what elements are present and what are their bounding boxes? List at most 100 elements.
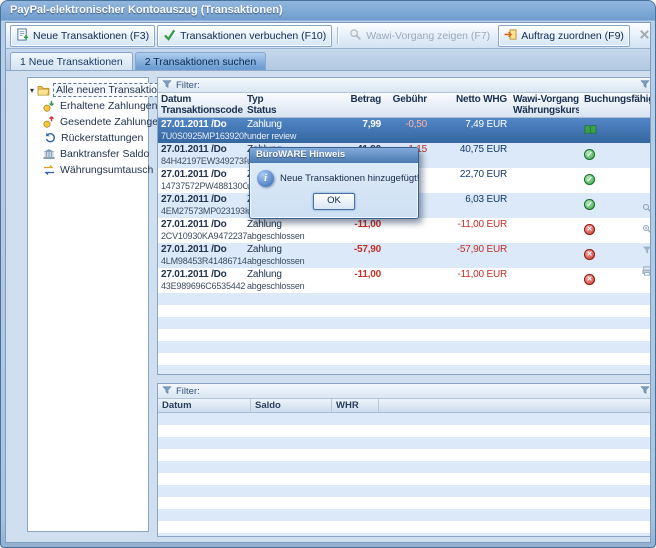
saldo-table-header: Datum Saldo WHR (158, 399, 650, 413)
transaction-amount: -57,90 (323, 243, 381, 256)
column-header-datum[interactable]: Datum Transaktionscode (158, 93, 247, 117)
tree-item-alle-neuen-transaktionen[interactable]: ▾ Alle neuen Transaktionen (30, 82, 146, 98)
transaction-net: -11,00 EUR (427, 218, 507, 231)
delete-order-assignment-button[interactable]: Löschen Zuordnung Auftrag (F4) (632, 25, 651, 47)
tree-item-gesendete-zahlungen[interactable]: Gesendete Zahlungen (30, 114, 146, 130)
tab-neue-transaktionen[interactable]: 1 Neue Transaktionen (10, 52, 133, 70)
column-header-betrag[interactable]: Betrag (323, 93, 381, 117)
transaction-wawi (513, 218, 579, 231)
transaction-fee (381, 268, 427, 281)
tree-expander-icon[interactable]: ▾ (30, 86, 34, 95)
assign-order-button[interactable]: Auftrag zuordnen (F9) (498, 25, 630, 47)
column-label: Wawi-Vorgang (513, 94, 579, 105)
transaction-wawi (513, 118, 579, 131)
column-header-buchungsfaehig[interactable]: Buchungsfähig (579, 93, 650, 117)
table-side-toolbar (642, 200, 650, 281)
dialog-title: BüroWARE Hinweis (256, 149, 345, 160)
column-label: Betrag (323, 94, 381, 105)
transaction-row[interactable]: 27.01.2011 /Do4LM98453R41486714 Zahlunga… (158, 243, 650, 268)
tables-column: Filter: Datum Transaktionscode Typ (157, 77, 650, 532)
dialog-titlebar[interactable]: BüroWARE Hinweis (250, 148, 418, 163)
transaction-row[interactable]: 27.01.2011 /Do43E989696C6535442 Zahlunga… (158, 268, 650, 293)
delete-order-assignment-icon (638, 28, 651, 44)
show-wawi-process-button[interactable]: Wawi-Vorgang zeigen (F7) (343, 25, 496, 47)
transaction-net: -11,00 EUR (427, 268, 507, 281)
column-header-netto-whg[interactable]: Netto WHG (427, 93, 507, 117)
transactions-table-header: Datum Transaktionscode Typ Status Betrag (158, 93, 650, 118)
filter-funnel-icon[interactable] (640, 79, 650, 92)
transaction-net: 6,03 EUR (427, 193, 507, 206)
column-header-typ[interactable]: Typ Status (247, 93, 323, 117)
sent-payments-icon (43, 116, 55, 128)
bank-transfer-icon (43, 148, 55, 160)
transaction-code: 43E989696C6535442 (161, 281, 247, 293)
transaction-wawi (513, 268, 579, 281)
filter-funnel-icon[interactable] (642, 242, 650, 260)
new-transactions-icon (16, 28, 29, 44)
new-transactions-button[interactable]: Neue Transaktionen (F3) (10, 25, 155, 47)
transaction-amount: -11,00 (323, 268, 381, 281)
tree-item-label: Gesendete Zahlungen (58, 116, 166, 128)
post-transactions-button[interactable]: Transaktionen verbuchen (F10) (157, 25, 332, 47)
transaction-type: Zahlung (247, 268, 323, 281)
post-transactions-icon (163, 28, 176, 44)
transaction-status: under review (247, 131, 323, 143)
column-header-wawi-vorgang[interactable]: Wawi-Vorgang Währungskurs (507, 93, 579, 117)
category-tree: ▾ Alle neuen Transaktionen Erhaltene Zah… (27, 77, 149, 532)
bookable-check-icon (584, 174, 595, 185)
transaction-wawi (513, 243, 579, 256)
tab-strip: 1 Neue Transaktionen 2 Transaktionen suc… (6, 49, 650, 71)
tree-item-erhaltene-zahlungen[interactable]: Erhaltene Zahlungen (30, 98, 146, 114)
transaction-type: Zahlung (247, 118, 323, 131)
received-payments-icon (43, 100, 55, 112)
saldo-table-panel: Filter: Datum Saldo WHR (157, 383, 650, 537)
show-wawi-process-label: Wawi-Vorgang zeigen (F7) (366, 30, 490, 42)
window-titlebar[interactable]: PayPal-elektronischer Kontoauszug (Trans… (1, 1, 655, 21)
bookable-blocked-icon (584, 249, 595, 260)
column-header-whr[interactable]: WHR (332, 399, 379, 412)
transaction-row[interactable]: 27.01.2011 /Do2CV10930KA9472237 Zahlunga… (158, 218, 650, 243)
search-icon[interactable] (642, 200, 650, 218)
transaction-net: 40,75 EUR (427, 143, 507, 156)
tab-neue-transaktionen-label: 1 Neue Transaktionen (20, 56, 123, 68)
transaction-status: abgeschlossen (247, 281, 323, 293)
transaction-amount: -11,00 (323, 218, 381, 231)
print-icon[interactable] (642, 263, 650, 281)
dialog-message: Neue Transaktionen hinzugefügt! (280, 170, 419, 184)
transaction-date: 27.01.2011 /Do (161, 193, 247, 206)
transaction-code: 84H42197EW349273P (161, 156, 247, 168)
show-wawi-process-icon (349, 28, 362, 44)
filter-funnel-icon[interactable] (162, 385, 172, 398)
column-label: Währungskurs (513, 105, 579, 116)
bookable-book-icon (584, 124, 597, 138)
dialog-body: i Neue Transaktionen hinzugefügt! (250, 163, 418, 187)
tree-item-rueckerstattungen[interactable]: Rückerstattungen (30, 130, 146, 146)
tree-item-banktransfer-saldo[interactable]: Banktransfer Saldo (30, 146, 146, 162)
zoom-in-icon[interactable] (642, 221, 650, 239)
tab-transaktionen-suchen[interactable]: 2 Transaktionen suchen (135, 52, 267, 70)
tree-item-label: Erhaltene Zahlungen (58, 100, 160, 112)
saldo-empty-rows-area (158, 413, 650, 536)
filter-funnel-icon[interactable] (640, 385, 650, 398)
ok-button[interactable]: OK (313, 193, 355, 210)
column-header-saldo[interactable]: Saldo (251, 399, 332, 412)
column-header-datum[interactable]: Datum (158, 399, 251, 412)
window-body: Neue Transaktionen (F3) Transaktionen ve… (5, 22, 651, 543)
saldo-filter-row: Filter: (158, 384, 650, 399)
filter-label: Filter: (176, 80, 200, 91)
filter-funnel-icon[interactable] (162, 79, 172, 92)
column-header-gebuehr[interactable]: Gebühr (381, 93, 427, 117)
transaction-code: 4EM27573MP023193K (161, 206, 247, 218)
info-icon: i (257, 170, 274, 187)
assign-order-label: Auftrag zuordnen (F9) (521, 30, 624, 42)
tab-transaktionen-suchen-label: 2 Transaktionen suchen (145, 56, 257, 68)
column-label: Transaktionscode (161, 105, 247, 116)
column-label: Netto WHG (427, 94, 507, 105)
bookable-check-icon (584, 199, 595, 210)
transaction-amount: 7,99 (323, 118, 381, 131)
transaction-date: 27.01.2011 /Do (161, 168, 247, 181)
transactions-filter-row: Filter: (158, 78, 650, 93)
transaction-row[interactable]: 27.01.2011 /Do7U0S0925MP163920N Zahlungu… (158, 118, 650, 143)
currency-exchange-icon (43, 164, 55, 176)
tree-item-waehrungsumtausch[interactable]: Währungsumtausch (30, 162, 146, 178)
